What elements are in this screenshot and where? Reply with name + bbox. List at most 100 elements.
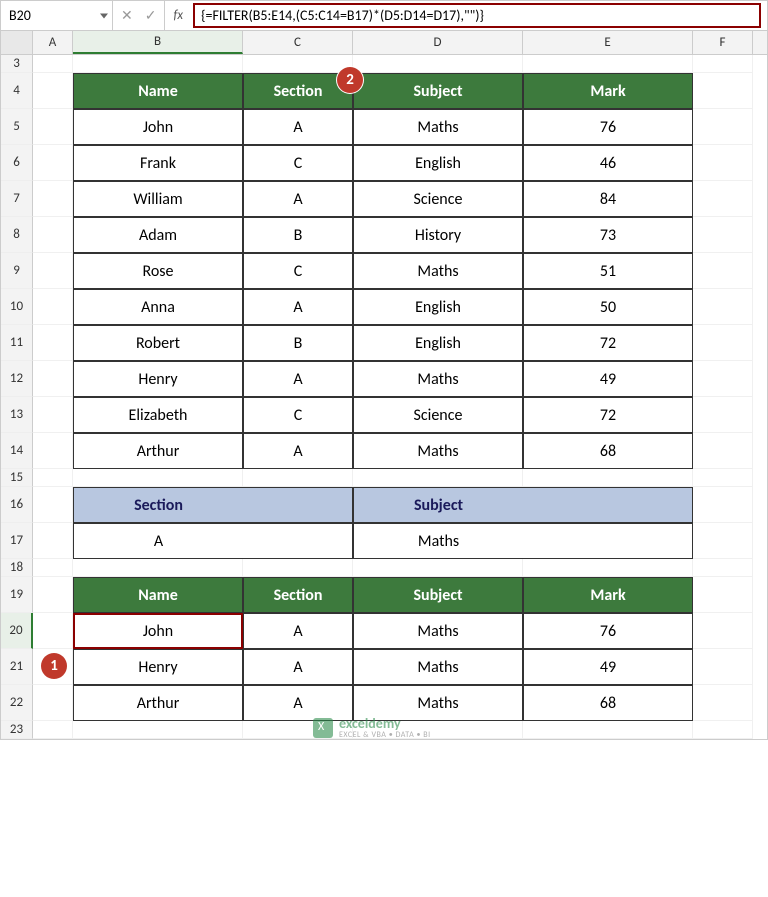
cell[interactable]: 46 [523, 145, 693, 181]
cell[interactable] [693, 721, 753, 739]
cell[interactable]: A [243, 613, 353, 649]
cell[interactable] [33, 721, 73, 739]
cell[interactable] [33, 253, 73, 289]
cell[interactable]: English [353, 145, 523, 181]
cell[interactable]: Section [73, 487, 243, 523]
cell[interactable]: Arthur [73, 685, 243, 721]
cell[interactable]: Science [353, 397, 523, 433]
row-header[interactable]: 12 [1, 361, 33, 397]
cell[interactable] [243, 487, 353, 523]
cell[interactable]: A [73, 523, 243, 559]
cell[interactable] [693, 289, 753, 325]
sheet-area[interactable]: 2 NameSectionSubjectMarkJohnAMaths76Fran… [33, 55, 767, 739]
cell[interactable] [693, 433, 753, 469]
cell[interactable]: 68 [523, 433, 693, 469]
row-header[interactable]: 7 [1, 181, 33, 217]
cell[interactable]: Maths [353, 613, 523, 649]
col-header-B[interactable]: B [73, 31, 243, 54]
cell[interactable] [33, 217, 73, 253]
row-header[interactable]: 22 [1, 685, 33, 721]
cell[interactable] [243, 469, 353, 487]
cell[interactable] [693, 325, 753, 361]
cell[interactable]: John [73, 613, 243, 649]
cell[interactable]: Maths [353, 253, 523, 289]
row-header[interactable]: 14 [1, 433, 33, 469]
cell[interactable] [33, 361, 73, 397]
cell[interactable]: A [243, 433, 353, 469]
cell[interactable]: 50 [523, 289, 693, 325]
row-header[interactable]: 3 [1, 55, 33, 73]
cell[interactable] [73, 559, 243, 577]
cell[interactable] [693, 181, 753, 217]
col-header-D[interactable]: D [353, 31, 523, 54]
cell[interactable] [33, 469, 73, 487]
cell[interactable] [33, 559, 73, 577]
cell[interactable] [33, 487, 73, 523]
cell[interactable] [693, 523, 753, 559]
col-header-F[interactable]: F [693, 31, 753, 54]
cell[interactable]: History [353, 217, 523, 253]
cell[interactable] [523, 559, 693, 577]
row-header[interactable]: 11 [1, 325, 33, 361]
cell[interactable]: A [243, 289, 353, 325]
cell[interactable]: English [353, 325, 523, 361]
cell[interactable] [243, 559, 353, 577]
cell[interactable]: 49 [523, 361, 693, 397]
cell[interactable]: A [243, 361, 353, 397]
cell[interactable]: Rose [73, 253, 243, 289]
cell[interactable] [693, 685, 753, 721]
cell[interactable]: 72 [523, 397, 693, 433]
cell[interactable]: B [243, 217, 353, 253]
name-box[interactable]: B20 [1, 1, 113, 30]
cell[interactable] [693, 145, 753, 181]
cell[interactable]: 84 [523, 181, 693, 217]
cell[interactable]: Robert [73, 325, 243, 361]
cell[interactable]: 72 [523, 325, 693, 361]
cell[interactable]: Name [73, 73, 243, 109]
cell[interactable] [33, 55, 73, 73]
row-header[interactable]: 18 [1, 559, 33, 577]
cell[interactable] [523, 721, 693, 739]
enter-icon[interactable]: ✓ [145, 7, 157, 24]
cell[interactable]: Name [73, 577, 243, 613]
row-header[interactable]: 16 [1, 487, 33, 523]
select-all-corner[interactable] [1, 31, 33, 54]
row-header[interactable]: 10 [1, 289, 33, 325]
cell[interactable]: 68 [523, 685, 693, 721]
cell[interactable] [693, 217, 753, 253]
cell[interactable]: 76 [523, 109, 693, 145]
cell[interactable] [33, 145, 73, 181]
cell[interactable]: Science [353, 181, 523, 217]
cell[interactable]: Subject [353, 73, 523, 109]
cell[interactable] [523, 523, 693, 559]
cell[interactable]: A [243, 649, 353, 685]
col-header-E[interactable]: E [523, 31, 693, 54]
cell[interactable]: Frank [73, 145, 243, 181]
cell[interactable] [33, 397, 73, 433]
cell[interactable] [693, 469, 753, 487]
cell[interactable] [243, 55, 353, 73]
row-header[interactable]: 8 [1, 217, 33, 253]
row-header[interactable]: 5 [1, 109, 33, 145]
cell[interactable] [33, 109, 73, 145]
row-header[interactable]: 15 [1, 469, 33, 487]
row-header[interactable]: 17 [1, 523, 33, 559]
cell[interactable]: 51 [523, 253, 693, 289]
cell[interactable] [693, 577, 753, 613]
cell[interactable] [33, 289, 73, 325]
cell[interactable]: A [243, 109, 353, 145]
cell[interactable]: William [73, 181, 243, 217]
cell[interactable] [73, 55, 243, 73]
cell[interactable] [693, 73, 753, 109]
cell[interactable]: A [243, 685, 353, 721]
cell[interactable]: B [243, 325, 353, 361]
cell[interactable]: Maths [353, 109, 523, 145]
cell[interactable] [353, 559, 523, 577]
cell[interactable]: Henry [73, 649, 243, 685]
cell[interactable]: Maths [353, 649, 523, 685]
cell[interactable]: 76 [523, 613, 693, 649]
cell[interactable] [693, 253, 753, 289]
cell[interactable]: Maths [353, 361, 523, 397]
cell[interactable]: Maths [353, 523, 523, 559]
cell[interactable]: C [243, 253, 353, 289]
